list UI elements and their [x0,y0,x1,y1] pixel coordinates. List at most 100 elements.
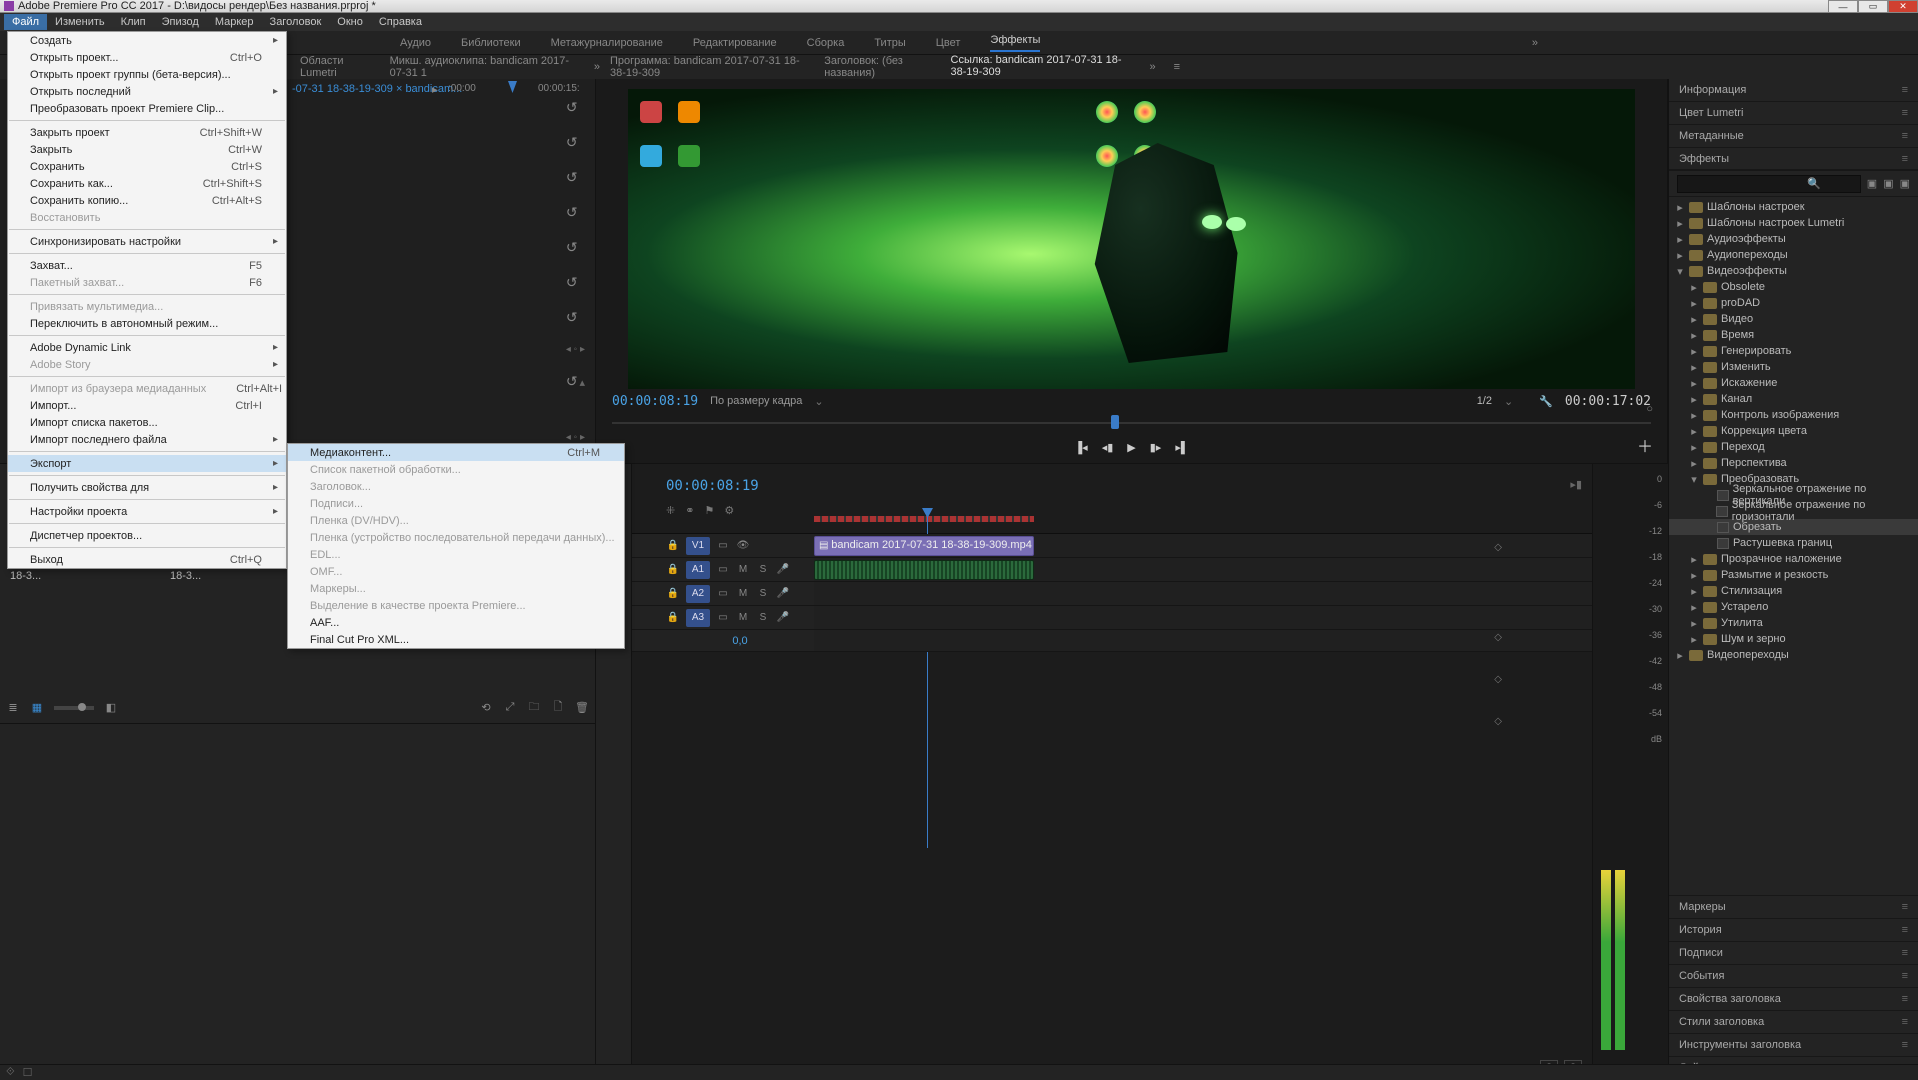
menu-item[interactable]: Диспетчер проектов... [8,527,286,544]
collapsed-panel-tab[interactable]: Стили заголовка≡ [1669,1011,1918,1034]
mark-in-icon[interactable]: ▐◂ [1074,441,1087,454]
fit-dropdown[interactable]: По размеру кадра [710,395,802,407]
link-icon[interactable]: ⚭ [685,504,694,517]
effect-item[interactable]: Растушевка границ [1669,535,1918,551]
kf-diamond[interactable]: ◇ [1494,542,1502,553]
effects-folder[interactable]: ▾Видеоэффекты [1669,263,1918,279]
workspace-titles[interactable]: Титры [874,37,905,49]
menu-item[interactable]: Создать [8,32,286,49]
snap-icon[interactable]: ⁜ [666,504,675,517]
tab-metadata[interactable]: Метаданные≡ [1669,125,1918,148]
tabs-overflow-left[interactable]: » [594,57,600,77]
lock-icon[interactable]: 🔒 [666,588,680,599]
mute-icon[interactable]: M [736,612,750,623]
res-chevron-icon[interactable]: ⌄ [1504,395,1513,408]
maximize-button[interactable]: ▭ [1858,0,1888,13]
menu-item[interactable]: Импорт списка пакетов... [8,414,286,431]
menu-help[interactable]: Справка [371,14,430,30]
menu-clip[interactable]: Клип [113,14,154,30]
workspace-overflow-icon[interactable]: » [1532,37,1538,49]
workspace-audio[interactable]: Аудио [400,37,431,49]
effects-folder[interactable]: ▸Утилита [1669,615,1918,631]
voice-icon[interactable]: 🎤 [776,612,790,623]
icon-view-icon[interactable]: ▦ [30,701,44,714]
effects-folder[interactable]: ▸proDAD [1669,295,1918,311]
kf-diamond[interactable]: ◇ [1494,632,1502,643]
loop-icon[interactable]: ↺ [566,134,585,151]
find-icon[interactable]: ⤢ [503,701,517,714]
sort-icon[interactable]: ◧ [104,701,118,714]
loop-icon[interactable]: ↺ [566,99,585,116]
loop-icon[interactable]: ↺ [566,169,585,186]
loop-icon[interactable]: ↺ [566,309,585,326]
expand-up-icon[interactable]: ▴ [579,376,585,389]
minimize-button[interactable]: — [1828,0,1858,13]
kf-diamond[interactable]: ◇ [1494,674,1502,685]
lock-icon[interactable]: 🔒 [666,540,680,551]
fit-chevron-icon[interactable]: ⌄ [814,395,823,408]
menu-item[interactable]: Adobe Dynamic Link [8,339,286,356]
toggle-output-icon[interactable]: ▭ [716,612,730,623]
effects-folder[interactable]: ▸Стилизация [1669,583,1918,599]
effects-folder[interactable]: ▸Obsolete [1669,279,1918,295]
clip-video[interactable]: ▤ bandicam 2017-07-31 18-38-19-309.mp4 [… [814,536,1034,556]
menu-item[interactable]: Получить свойства для [8,479,286,496]
out-point-marker[interactable]: ○ [1646,403,1653,415]
effects-folder[interactable]: ▸Перспектива [1669,455,1918,471]
list-view-icon[interactable]: ≣ [6,701,20,714]
track-a2-label[interactable]: A2 [686,585,710,603]
eye-icon[interactable]: 👁 [736,540,750,551]
program-scrubber[interactable] [612,415,1651,431]
mute-icon[interactable]: M [736,564,750,575]
menu-item[interactable]: Преобразовать проект Premiere Clip... [8,100,286,117]
new-bin-icon[interactable]: 🗀 [527,698,541,717]
menu-item[interactable]: Открыть проект...Ctrl+O [8,49,286,66]
tab-effects[interactable]: Эффекты≡ [1669,148,1918,171]
menu-item[interactable]: Сохранить копию...Ctrl+Alt+S [8,192,286,209]
lock-icon[interactable]: 🔒 [666,564,680,575]
effects-folder[interactable]: ▸Видеопереходы [1669,647,1918,663]
menu-file[interactable]: Файл [4,14,47,30]
wrench-icon[interactable]: 🔧 [1539,395,1553,408]
menu-item[interactable]: Экспорт [8,455,286,472]
menu-item[interactable]: Импорт...Ctrl+I [8,397,286,414]
menu-item[interactable]: ВыходCtrl+Q [8,551,286,568]
effects-folder[interactable]: ▸Время [1669,327,1918,343]
menu-item[interactable]: Синхронизировать настройки [8,233,286,250]
menu-item[interactable]: Настройки проекта [8,503,286,520]
effects-folder[interactable]: ▸Размытие и резкость [1669,567,1918,583]
timeline-ruler[interactable] [814,510,1492,532]
mute-icon[interactable]: M [736,588,750,599]
effects-folder[interactable]: ▸Устарело [1669,599,1918,615]
source-playhead[interactable] [508,81,517,93]
effects-folder[interactable]: ▸Изменить [1669,359,1918,375]
submenu-item[interactable]: Медиаконтент...Ctrl+M [288,444,624,461]
tab-lumetri-color[interactable]: Цвет Lumetri≡ [1669,102,1918,125]
effects-folder[interactable]: ▸Шум и зерно [1669,631,1918,647]
solo-icon[interactable]: S [756,588,770,599]
menu-item[interactable]: Сохранить как...Ctrl+Shift+S [8,175,286,192]
workspace-metalogging[interactable]: Метажурналирование [551,37,663,49]
program-tc-in[interactable]: 00:00:08:19 [612,394,698,409]
settings-icon[interactable]: ⚙ [724,504,734,517]
program-viewer[interactable] [628,89,1635,389]
auto-match-icon[interactable]: ⟲ [479,701,493,714]
close-button[interactable]: ✕ [1888,0,1918,13]
effects-folder[interactable]: ▸Шаблоны настроек [1669,199,1918,215]
menu-item[interactable]: Открыть проект группы (бета-версия)... [8,66,286,83]
lock-icon[interactable]: 🔒 [666,612,680,623]
effects-folder[interactable]: ▸Аудиоэффекты [1669,231,1918,247]
submenu-item[interactable]: Final Cut Pro XML... [288,631,624,648]
step-fwd-icon[interactable]: ▮▸ [1150,441,1162,454]
menu-title[interactable]: Заголовок [262,14,330,30]
fx-badge-icon[interactable]: ▣ [1867,177,1877,190]
kf-nav[interactable]: ◂ ◦ ▸ [566,344,585,355]
effects-folder[interactable]: ▸Коррекция цвета [1669,423,1918,439]
collapsed-panel-tab[interactable]: Маркеры≡ [1669,896,1918,919]
menu-window[interactable]: Окно [329,14,371,30]
voice-icon[interactable]: 🎤 [776,564,790,575]
file-menu-dropdown[interactable]: СоздатьОткрыть проект...Ctrl+OОткрыть пр… [7,31,287,569]
export-submenu[interactable]: Медиаконтент...Ctrl+MСписок пакетной обр… [287,443,625,649]
delete-icon[interactable]: 🗑 [575,701,589,714]
workspace-effects[interactable]: Эффекты [990,34,1040,52]
